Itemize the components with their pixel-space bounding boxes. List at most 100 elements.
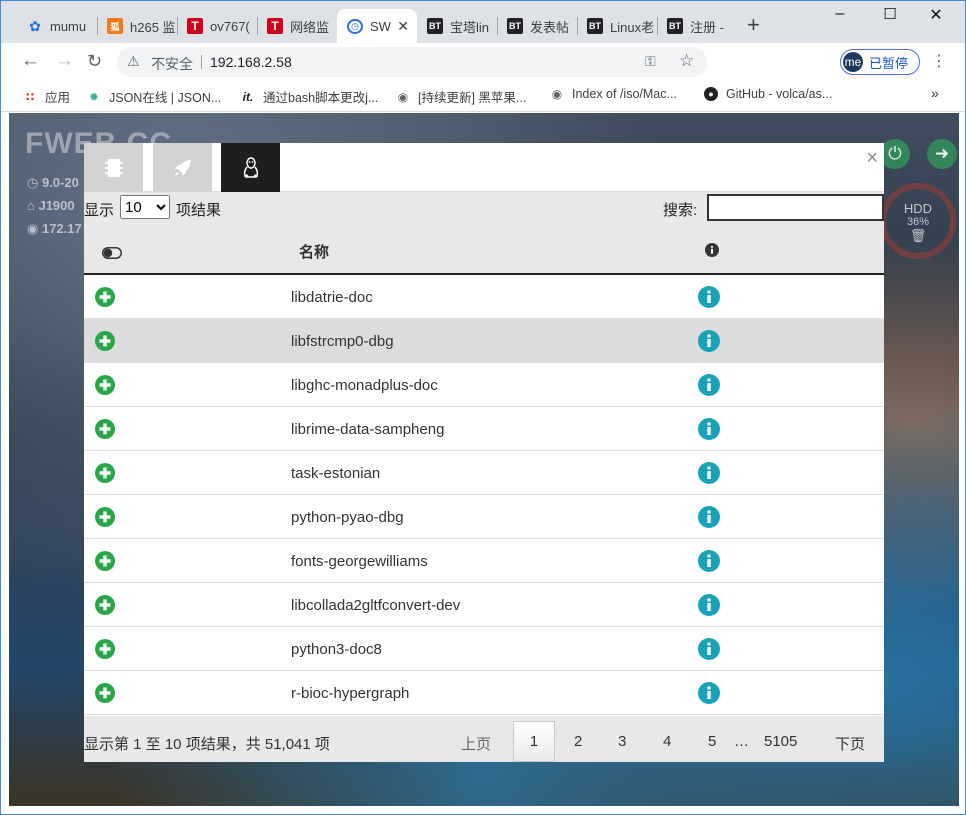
table-row: python-pyao-dbg	[84, 495, 884, 539]
add-package-icon[interactable]	[95, 595, 115, 620]
reload-icon[interactable]: ↻	[87, 51, 102, 71]
page-button[interactable]: 5	[708, 733, 716, 750]
package-info-icon[interactable]	[698, 286, 720, 313]
forward-icon[interactable]: →	[55, 51, 74, 71]
tab-label: 注册 -	[690, 19, 724, 35]
page-button-current[interactable]: 1	[513, 721, 555, 762]
add-package-icon[interactable]	[95, 331, 115, 356]
table-row: python3-doc8	[84, 627, 884, 671]
rocket-icon	[174, 159, 191, 176]
tab-hardware[interactable]	[84, 143, 143, 192]
bookmark-json[interactable]: ✹ JSON在线 | JSON...	[87, 87, 221, 106]
bt-icon: BT	[587, 18, 603, 34]
it-icon: it.	[242, 89, 254, 104]
more-bookmarks-button[interactable]: »	[931, 85, 939, 101]
page-button-last[interactable]: 5105	[764, 733, 797, 750]
length-prefix: 显示	[84, 202, 115, 219]
next-page-button[interactable]: 下页	[835, 733, 865, 754]
bookmark-bash[interactable]: it. 通过bash脚本更改j...	[241, 87, 379, 106]
package-info-icon[interactable]	[698, 638, 720, 665]
url-text[interactable]: 192.168.2.58	[210, 54, 292, 70]
tab-bt-register[interactable]: BT 注册 -	[657, 9, 737, 43]
package-info-icon[interactable]	[698, 682, 720, 709]
page-length-select[interactable]: 10	[120, 195, 170, 219]
tab-bt-linux[interactable]: BT 宝塔lin	[417, 9, 497, 43]
tab-h265[interactable]: 狐 h265 监	[97, 9, 177, 43]
bg-info-cpu: ⌂ J1900	[27, 198, 75, 213]
tab-linux[interactable]	[221, 143, 280, 192]
add-package-icon[interactable]	[95, 507, 115, 532]
bookmarks-bar: ∷ 应用 ✹ JSON在线 | JSON... it. 通过bash脚本更改j.…	[1, 81, 965, 112]
page-button[interactable]: 4	[663, 733, 671, 750]
tab-mumu[interactable]: ✿ mumu	[17, 9, 97, 43]
table-row: libdatrie-doc	[84, 275, 884, 319]
bookmark-apps[interactable]: ∷ 应用	[23, 87, 70, 106]
tab-bt-linux-old[interactable]: BT Linux老	[577, 9, 657, 43]
github-icon: ●	[704, 87, 718, 101]
new-tab-button[interactable]: +	[747, 14, 760, 36]
add-package-icon[interactable]	[95, 639, 115, 664]
tab-ov767[interactable]: T ov767(	[177, 9, 257, 43]
page-button[interactable]: 2	[574, 733, 582, 750]
table-row: fonts-georgewilliams	[84, 539, 884, 583]
add-package-icon[interactable]	[95, 463, 115, 488]
close-window-icon[interactable]: ✕	[921, 5, 951, 25]
bookmark-hackintosh[interactable]: ◉ [持续更新] 黑苹果...	[396, 87, 527, 106]
search-input[interactable]	[707, 194, 884, 221]
toggle-icon[interactable]	[102, 246, 122, 263]
t-icon: T	[187, 18, 203, 34]
package-name: libghc-monadplus-doc	[291, 377, 438, 394]
maximize-icon[interactable]: ☐	[875, 5, 905, 23]
modal-close-button[interactable]: ×	[866, 147, 878, 169]
add-package-icon[interactable]	[95, 375, 115, 400]
package-info-icon[interactable]	[698, 418, 720, 445]
bookmark-star-icon[interactable]: ☆	[679, 51, 694, 71]
add-package-icon[interactable]	[95, 683, 115, 708]
chip-icon	[104, 158, 123, 177]
package-info-icon[interactable]	[698, 550, 720, 577]
package-info-icon[interactable]	[698, 506, 720, 533]
bookmark-github[interactable]: ● GitHub - volca/as...	[704, 87, 832, 101]
t-icon: T	[267, 18, 283, 34]
tab-label: mumu	[50, 18, 87, 34]
bg-info-ip: ◉ 172.17	[27, 221, 82, 236]
table-row: libcollada2gltfconvert-dev	[84, 583, 884, 627]
bg-info-version: ◷ 9.0-20	[27, 175, 79, 190]
minimize-icon[interactable]: –	[825, 5, 855, 23]
tab-startup[interactable]	[153, 143, 212, 192]
logout-icon[interactable]: ➜	[927, 139, 957, 169]
table-row: librime-data-sampheng	[84, 407, 884, 451]
close-tab-icon[interactable]: ✕	[397, 18, 409, 35]
package-modal: × 显示 10 项结果 搜索: 名称 libdatrie-doc libfstrc…	[84, 143, 884, 762]
tab-label: SW	[370, 18, 391, 34]
tab-bt-post[interactable]: BT 发表帖	[497, 9, 577, 43]
add-package-icon[interactable]	[95, 551, 115, 576]
power-icon[interactable]: ⏻	[880, 139, 910, 169]
package-info-icon[interactable]	[698, 374, 720, 401]
column-info-icon[interactable]	[705, 243, 719, 261]
warning-icon: ⚠	[127, 53, 140, 69]
trash-icon: 🗑	[909, 228, 927, 243]
prev-page-button[interactable]: 上页	[461, 733, 491, 754]
browser-toolbar: ← → ↻ ⚠ 不安全 192.168.2.58 ⚿ ☆	[1, 43, 965, 112]
tab-sw-active[interactable]: ◷ SW ✕	[337, 9, 417, 43]
package-info-icon[interactable]	[698, 462, 720, 489]
bt-icon: BT	[507, 18, 523, 34]
package-info-icon[interactable]	[698, 594, 720, 621]
kebab-menu-icon[interactable]: ⋮	[931, 51, 947, 71]
page-button[interactable]: 3	[618, 733, 626, 750]
table-row: r-bioc-hypergraph	[84, 671, 884, 715]
key-icon[interactable]: ⚿	[645, 53, 656, 70]
profile-button[interactable]: me 已暂停	[840, 49, 920, 75]
package-info-icon[interactable]	[698, 330, 720, 357]
modal-tabs: ×	[84, 143, 884, 192]
back-icon[interactable]: ←	[21, 51, 40, 71]
address-bar[interactable]: ⚠ 不安全 192.168.2.58 ⚿ ☆	[117, 47, 707, 77]
add-package-icon[interactable]	[95, 287, 115, 312]
tab-network[interactable]: T 网络监	[257, 9, 337, 43]
add-package-icon[interactable]	[95, 419, 115, 444]
column-name[interactable]: 名称	[299, 241, 329, 262]
bookmark-iso-index[interactable]: ◉ Index of /iso/Mac...	[550, 87, 677, 101]
package-name: task-estonian	[291, 465, 381, 482]
package-name: fonts-georgewilliams	[291, 553, 428, 570]
